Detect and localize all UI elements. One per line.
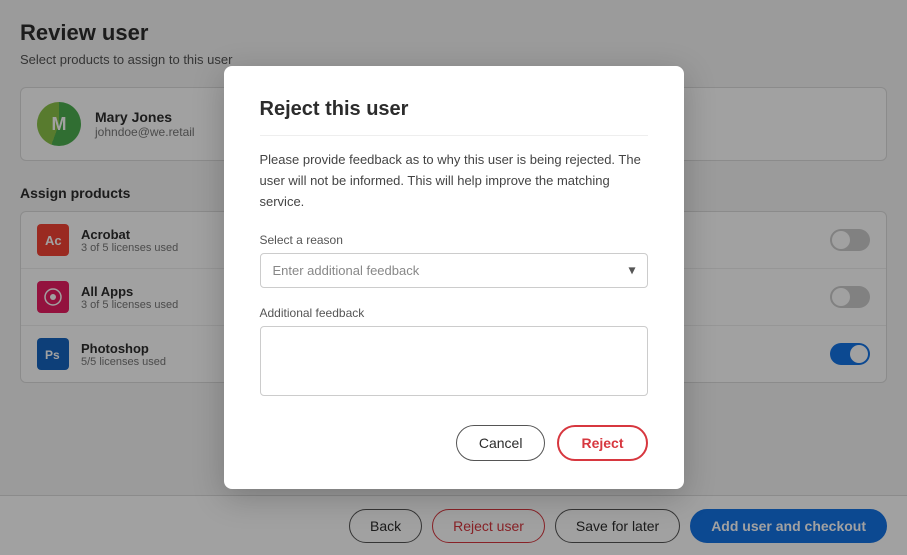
reject-modal: Reject this user Please provide feedback…: [224, 66, 684, 488]
modal-description: Please provide feedback as to why this u…: [260, 150, 648, 212]
select-reason-wrapper: Enter additional feedback ▾: [260, 253, 648, 288]
feedback-label: Additional feedback: [260, 306, 648, 320]
reject-button[interactable]: Reject: [557, 425, 647, 461]
select-reason-label: Select a reason: [260, 233, 648, 247]
select-reason-dropdown[interactable]: Enter additional feedback: [260, 253, 648, 288]
cancel-button[interactable]: Cancel: [456, 425, 546, 461]
feedback-textarea[interactable]: [260, 326, 648, 396]
modal-title: Reject this user: [260, 98, 648, 136]
modal-overlay: Reject this user Please provide feedback…: [0, 0, 907, 555]
modal-actions: Cancel Reject: [260, 425, 648, 461]
